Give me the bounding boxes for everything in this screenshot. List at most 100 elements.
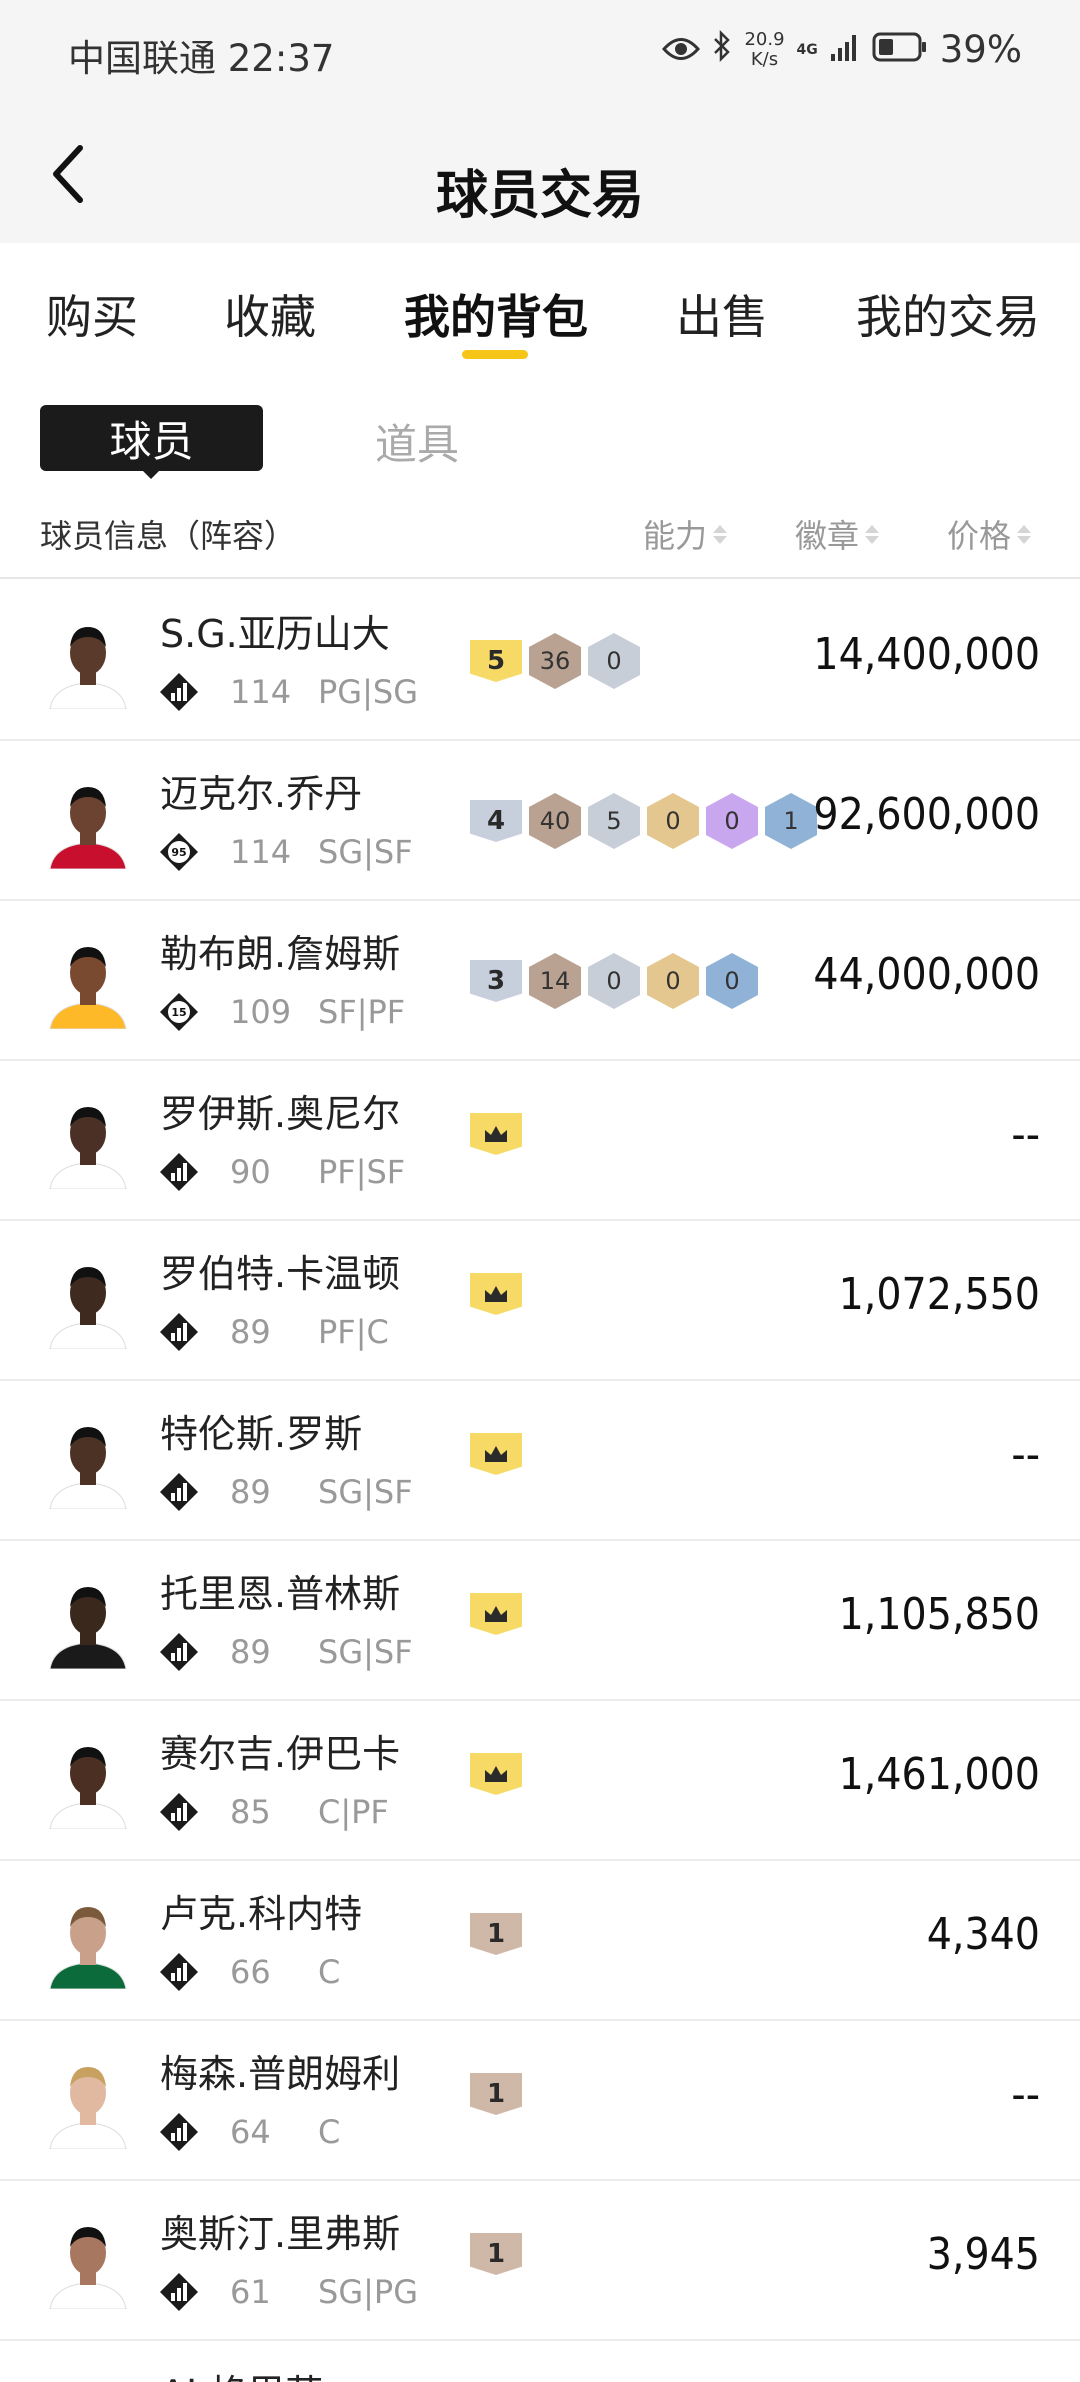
- header-price-label: 价格: [947, 517, 1012, 555]
- tab-favorites[interactable]: 收藏: [224, 281, 316, 347]
- list-header: 球员信息（阵容） 能力 徽章 价格: [0, 483, 1080, 579]
- player-rating: 64: [230, 2113, 271, 2151]
- player-price: 1,105,850: [838, 1589, 1040, 1640]
- rating-chart-icon: [160, 1153, 198, 1191]
- player-rating: 90: [230, 1153, 271, 1191]
- badge-count: 36: [529, 633, 581, 689]
- rating-chart-icon: [160, 1953, 198, 1991]
- badge-count: 40: [529, 793, 581, 849]
- crown-icon: [470, 1273, 522, 1315]
- tab-my-trades[interactable]: 我的交易: [856, 281, 1040, 347]
- tier-badge: 1: [470, 1913, 522, 1955]
- badge-count: 0: [588, 953, 640, 1009]
- rating-chart-icon: [160, 1313, 198, 1351]
- tab-buy[interactable]: 购买: [46, 281, 138, 347]
- signal-icon: [830, 28, 860, 71]
- rating-chart-icon: [160, 1473, 198, 1511]
- player-position: C: [318, 2113, 341, 2151]
- player-rating: 114: [230, 673, 292, 711]
- player-row-partial[interactable]: AJ.格里芬: [0, 2341, 1080, 2382]
- player-row[interactable]: 罗伊斯.奥尼尔 90 PF|SF --: [0, 1061, 1080, 1221]
- tab-sell[interactable]: 出售: [676, 281, 768, 347]
- badge-group: 1: [470, 2233, 522, 2275]
- sort-badges[interactable]: 徽章: [795, 511, 880, 557]
- active-tab-indicator: [462, 350, 528, 359]
- player-name: 罗伊斯.奥尼尔: [160, 1092, 401, 1136]
- player-rating: 89: [230, 1313, 271, 1351]
- player-position: PF|SF: [318, 1153, 406, 1191]
- sort-price[interactable]: 价格: [947, 511, 1032, 557]
- player-row[interactable]: 特伦斯.罗斯 89 SG|SF --: [0, 1381, 1080, 1541]
- player-row[interactable]: 罗伯特.卡温顿 89 PF|C 1,072,550: [0, 1221, 1080, 1381]
- player-avatar: [40, 773, 136, 869]
- player-avatar: [40, 1573, 136, 1669]
- player-row[interactable]: 赛尔吉.伊巴卡 85 C|PF 1,461,000: [0, 1701, 1080, 1861]
- player-price: --: [1011, 1109, 1040, 1160]
- main-tabs: 购买 收藏 我的背包 出售 我的交易: [0, 243, 1080, 373]
- battery-percent: 39%: [939, 28, 1022, 71]
- sort-icon: [1017, 524, 1032, 544]
- speed-value: 20.9: [744, 28, 785, 50]
- status-right: 20.9 K/s 4G 39%: [662, 28, 1022, 71]
- player-avatar: [40, 1893, 136, 1989]
- tier-badge: 4: [470, 800, 522, 842]
- svg-text:15: 15: [171, 1006, 186, 1019]
- crown-icon: [470, 1753, 522, 1795]
- player-position: SF|PF: [318, 993, 406, 1031]
- header-ability-label: 能力: [643, 517, 708, 555]
- tier-badge: 1: [470, 2233, 522, 2275]
- status-bar: 中国联通 22:37 20.9 K/s 4G 39%: [0, 0, 1080, 105]
- badge-group: 3 14 0 0 0: [470, 953, 758, 1009]
- player-row[interactable]: 卢克.科内特 66 C 1 4,340: [0, 1861, 1080, 2021]
- player-name: 勒布朗.詹姆斯: [160, 932, 401, 976]
- player-avatar: [40, 2053, 136, 2149]
- badge-count: 0: [647, 953, 699, 1009]
- sort-ability[interactable]: 能力: [643, 511, 728, 557]
- tab-my-backpack[interactable]: 我的背包: [404, 281, 588, 347]
- header-badges-label: 徽章: [795, 517, 860, 555]
- badge-group: [470, 1433, 522, 1475]
- badge-count: 0: [706, 953, 758, 1009]
- sort-icon: [865, 524, 880, 544]
- svg-text:95: 95: [171, 846, 186, 859]
- network-speed: 20.9 K/s: [744, 28, 785, 70]
- player-position: PG|SG: [318, 673, 418, 711]
- network-type: 4G: [796, 41, 818, 58]
- player-price: 4,340: [926, 1909, 1040, 1960]
- crown-icon: [470, 1593, 522, 1635]
- player-avatar: [40, 1733, 136, 1829]
- player-row[interactable]: 迈克尔.乔丹 95 114 SG|SF 4 40 5 0 0 1 92,600,000: [0, 741, 1080, 901]
- badge-group: 5 36 0: [470, 633, 640, 689]
- player-name: 罗伯特.卡温顿: [160, 1252, 401, 1296]
- segment-control: 球员 道具: [0, 373, 1080, 483]
- rating-badge-icon: 95: [160, 833, 198, 871]
- player-position: SG|SF: [318, 1473, 413, 1511]
- player-row[interactable]: 奥斯汀.里弗斯 61 SG|PG 1 3,945: [0, 2181, 1080, 2341]
- player-name: 梅森.普朗姆利: [160, 2052, 401, 2096]
- badge-group: [470, 1113, 522, 1155]
- player-position: SG|SF: [318, 1633, 413, 1671]
- rating-chart-icon: [160, 2273, 198, 2311]
- badge-group: [470, 1593, 522, 1635]
- badge-count: 14: [529, 953, 581, 1009]
- crown-icon: [470, 1113, 522, 1155]
- badge-group: 4 40 5 0 0 1: [470, 793, 817, 849]
- segment-items[interactable]: 道具: [375, 411, 459, 472]
- player-name: S.G.亚历山大: [160, 612, 390, 656]
- player-row[interactable]: S.G.亚历山大 114 PG|SG 5 36 0 14,400,000: [0, 581, 1080, 741]
- player-row[interactable]: 托里恩.普林斯 89 SG|SF 1,105,850: [0, 1541, 1080, 1701]
- player-position: C: [318, 1953, 341, 1991]
- speed-unit: K/s: [750, 48, 779, 70]
- segment-players[interactable]: 球员: [40, 405, 263, 471]
- player-row[interactable]: 梅森.普朗姆利 64 C 1 --: [0, 2021, 1080, 2181]
- player-avatar: [40, 1413, 136, 1509]
- player-avatar: [40, 2213, 136, 2309]
- player-name: 特伦斯.罗斯: [160, 1412, 363, 1456]
- player-price: 92,600,000: [813, 789, 1040, 840]
- player-row[interactable]: 勒布朗.詹姆斯 15 109 SF|PF 3 14 0 0 0 44,000,000: [0, 901, 1080, 1061]
- player-position: SG|SF: [318, 833, 413, 871]
- battery-icon: [872, 28, 928, 71]
- player-price: --: [1011, 1429, 1040, 1480]
- player-name: 卢克.科内特: [160, 1892, 363, 1936]
- segment-pointer: [139, 467, 163, 479]
